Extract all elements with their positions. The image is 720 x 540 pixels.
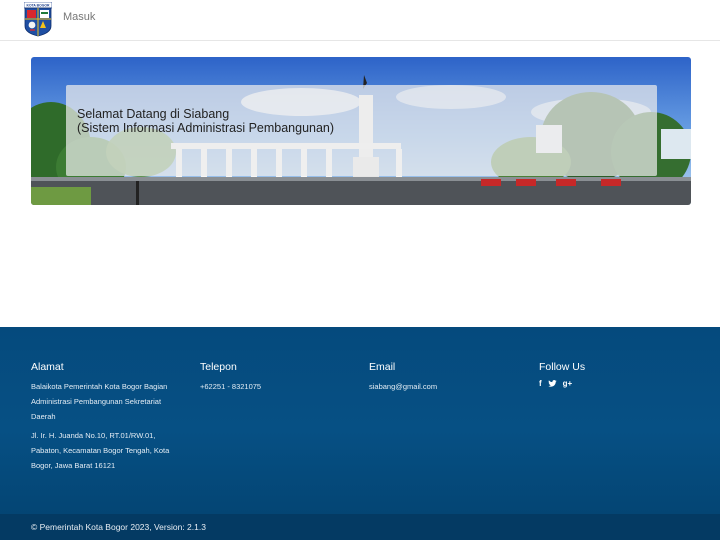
twitter-icon[interactable] <box>548 379 557 388</box>
login-link[interactable]: Masuk <box>63 11 95 23</box>
footer: Alamat Balaikota Pemerintah Kota Bogor B… <box>0 327 720 514</box>
address-office: Balaikota Pemerintah Kota Bogor Bagian A… <box>31 382 168 421</box>
social-links: f g+ <box>539 379 689 389</box>
phone-heading: Telepon <box>200 361 237 373</box>
logo-text: KOTA BOGOR <box>27 4 51 8</box>
hero-title: Selamat Datang di Siabang <box>77 107 230 121</box>
facebook-icon[interactable]: f <box>539 379 542 389</box>
footer-follow-section: Follow Us f g+ <box>539 361 689 389</box>
address-street: Jl. Ir. H. Juanda No.10, RT.01/RW.01, Pa… <box>31 431 170 470</box>
copyright-text: © Pemerintah Kota Bogor 2023, Version: 2… <box>31 522 206 532</box>
hero-subtitle: (Sistem Informasi Administrasi Pembangun… <box>77 121 335 135</box>
kota-bogor-crest-icon[interactable]: KOTA BOGOR <box>24 2 52 37</box>
top-navbar: KOTA BOGOR Masuk <box>0 0 720 41</box>
google-plus-icon[interactable]: g+ <box>563 379 573 389</box>
hero-banner: Selamat Datang di Siabang (Sistem Inform… <box>31 57 691 205</box>
hero-welcome-panel: Selamat Datang di Siabang (Sistem Inform… <box>66 85 657 176</box>
footer-email-section: Email siabang@gmail.com <box>369 361 519 394</box>
address-heading: Alamat <box>31 361 64 373</box>
footer-address-section: Alamat Balaikota Pemerintah Kota Bogor B… <box>31 361 181 473</box>
email-address[interactable]: siabang@gmail.com <box>369 379 519 394</box>
email-heading: Email <box>369 361 396 373</box>
footer-bottom-bar: © Pemerintah Kota Bogor 2023, Version: 2… <box>0 514 720 540</box>
phone-number: +62251 - 8321075 <box>200 382 262 391</box>
footer-phone-section: Telepon +62251 - 8321075 <box>200 361 350 394</box>
follow-heading: Follow Us <box>539 361 586 373</box>
